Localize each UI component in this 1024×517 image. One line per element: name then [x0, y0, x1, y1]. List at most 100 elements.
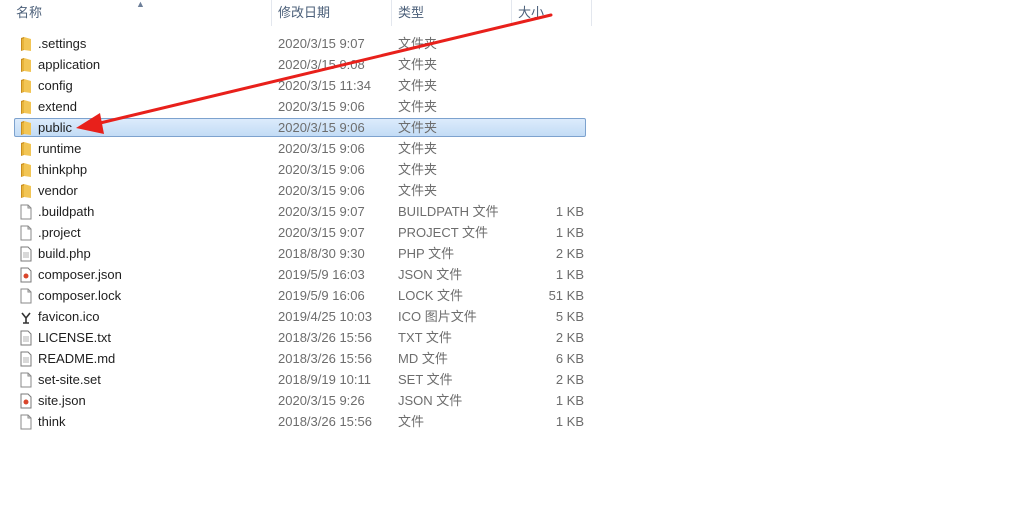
file-type: ICO 图片文件 — [398, 309, 477, 324]
file-date: 2020/3/15 9:26 — [278, 393, 365, 408]
file-row[interactable]: .buildpath 2020/3/15 9:07 BUILDPATH 文件 1 KB — [0, 201, 1024, 222]
file-icon — [18, 369, 34, 390]
file-type: 文件夹 — [398, 57, 438, 72]
file-icon — [18, 222, 34, 243]
file-name: composer.lock — [38, 288, 122, 303]
file-date: 2020/3/15 9:07 — [278, 204, 365, 219]
file-type: BUILDPATH 文件 — [398, 204, 499, 219]
file-row[interactable]: favicon.ico 2019/4/25 10:03 ICO 图片文件 5 KB — [0, 306, 1024, 327]
folder-icon — [18, 117, 34, 138]
file-row[interactable]: public 2020/3/15 9:06 文件夹 — [0, 117, 1024, 138]
file-size — [512, 138, 584, 159]
file-name: vendor — [38, 183, 78, 198]
file-type: 文件夹 — [398, 36, 438, 51]
file-name: .buildpath — [38, 204, 95, 219]
file-name: think — [38, 414, 66, 429]
text-file-icon — [18, 348, 34, 369]
file-icon — [18, 285, 34, 306]
file-size: 6 KB — [555, 351, 584, 366]
file-row[interactable]: thinkphp 2020/3/15 9:06 文件夹 — [0, 159, 1024, 180]
file-date: 2020/3/15 9:06 — [278, 141, 365, 156]
file-name: build.php — [38, 246, 91, 261]
file-date: 2020/3/15 9:08 — [278, 57, 365, 72]
file-name: composer.json — [38, 267, 122, 282]
file-date: 2020/3/15 9:06 — [278, 162, 365, 177]
file-row[interactable]: think 2018/3/26 15:56 文件 1 KB — [0, 411, 1024, 432]
file-date: 2020/3/15 9:06 — [278, 120, 365, 135]
ico-file-icon — [18, 306, 34, 327]
file-type: TXT 文件 — [398, 330, 452, 345]
file-icon — [18, 411, 34, 432]
file-size: 1 KB — [555, 204, 584, 219]
file-type: LOCK 文件 — [398, 288, 464, 303]
file-type: MD 文件 — [398, 351, 448, 366]
file-size — [512, 33, 584, 54]
text-file-icon — [18, 243, 34, 264]
file-type: 文件夹 — [398, 183, 438, 198]
file-type: 文件夹 — [398, 120, 438, 135]
file-size: 1 KB — [555, 225, 584, 240]
file-date: 2020/3/15 9:07 — [278, 36, 365, 51]
file-list: .settings 2020/3/15 9:07 文件夹 application 202… — [0, 33, 1024, 432]
file-row[interactable]: runtime 2020/3/15 9:06 文件夹 — [0, 138, 1024, 159]
file-size — [512, 75, 584, 96]
column-header-date[interactable]: 修改日期 — [272, 0, 392, 26]
file-size: 2 KB — [555, 372, 584, 387]
file-size: 1 KB — [555, 267, 584, 282]
file-name: LICENSE.txt — [38, 330, 111, 345]
file-row[interactable]: composer.json 2019/5/9 16:03 JSON 文件 1 KB — [0, 264, 1024, 285]
folder-icon — [18, 96, 34, 117]
file-type: 文件夹 — [398, 141, 438, 156]
file-date: 2019/5/9 16:03 — [278, 267, 365, 282]
file-row[interactable]: config 2020/3/15 11:34 文件夹 — [0, 75, 1024, 96]
file-name: extend — [38, 99, 78, 114]
file-row[interactable]: build.php 2018/8/30 9:30 PHP 文件 2 KB — [0, 243, 1024, 264]
file-row[interactable]: .project 2020/3/15 9:07 PROJECT 文件 1 KB — [0, 222, 1024, 243]
file-name: set-site.set — [38, 372, 101, 387]
folder-icon — [18, 159, 34, 180]
file-size — [512, 180, 584, 201]
file-row[interactable]: set-site.set 2018/9/19 10:11 SET 文件 2 KB — [0, 369, 1024, 390]
file-row[interactable]: composer.lock 2019/5/9 16:06 LOCK 文件 51 KB — [0, 285, 1024, 306]
folder-icon — [18, 180, 34, 201]
file-size — [512, 96, 584, 117]
file-type: JSON 文件 — [398, 393, 463, 408]
file-size — [512, 54, 584, 75]
file-name: thinkphp — [38, 162, 88, 177]
file-type: JSON 文件 — [398, 267, 463, 282]
file-row[interactable]: .settings 2020/3/15 9:07 文件夹 — [0, 33, 1024, 54]
file-date: 2019/4/25 10:03 — [278, 309, 372, 324]
file-row[interactable]: README.md 2018/3/26 15:56 MD 文件 6 KB — [0, 348, 1024, 369]
file-name: .settings — [38, 36, 87, 51]
file-size: 2 KB — [555, 330, 584, 345]
file-date: 2018/3/26 15:56 — [278, 351, 372, 366]
file-date: 2019/5/9 16:06 — [278, 288, 365, 303]
file-date: 2020/3/15 9:07 — [278, 225, 365, 240]
file-type: PHP 文件 — [398, 246, 455, 261]
file-type: 文件夹 — [398, 78, 438, 93]
file-row[interactable]: site.json 2020/3/15 9:26 JSON 文件 1 KB — [0, 390, 1024, 411]
column-header-size[interactable]: 大小 — [512, 0, 592, 26]
column-header-bar: 名称 ▲ 修改日期 类型 大小 — [0, 0, 1024, 26]
file-row[interactable]: LICENSE.txt 2018/3/26 15:56 TXT 文件 2 KB — [0, 327, 1024, 348]
file-size: 51 KB — [548, 288, 584, 303]
folder-icon — [18, 75, 34, 96]
file-name: README.md — [38, 351, 116, 366]
file-name: .project — [38, 225, 81, 240]
file-size: 1 KB — [555, 414, 584, 429]
file-row[interactable]: vendor 2020/3/15 9:06 文件夹 — [0, 180, 1024, 201]
file-name: application — [38, 57, 101, 72]
file-size — [512, 117, 584, 138]
sort-ascending-icon: ▲ — [136, 0, 145, 9]
column-header-type[interactable]: 类型 — [392, 0, 512, 26]
file-icon — [18, 201, 34, 222]
file-row[interactable]: application 2020/3/15 9:08 文件夹 — [0, 54, 1024, 75]
file-row[interactable]: extend 2020/3/15 9:06 文件夹 — [0, 96, 1024, 117]
file-type: 文件 — [398, 414, 425, 429]
file-date: 2018/9/19 10:11 — [278, 372, 372, 387]
file-date: 2018/8/30 9:30 — [278, 246, 365, 261]
file-size: 2 KB — [555, 246, 584, 261]
file-size: 1 KB — [555, 393, 584, 408]
file-date: 2018/3/26 15:56 — [278, 414, 372, 429]
folder-icon — [18, 54, 34, 75]
